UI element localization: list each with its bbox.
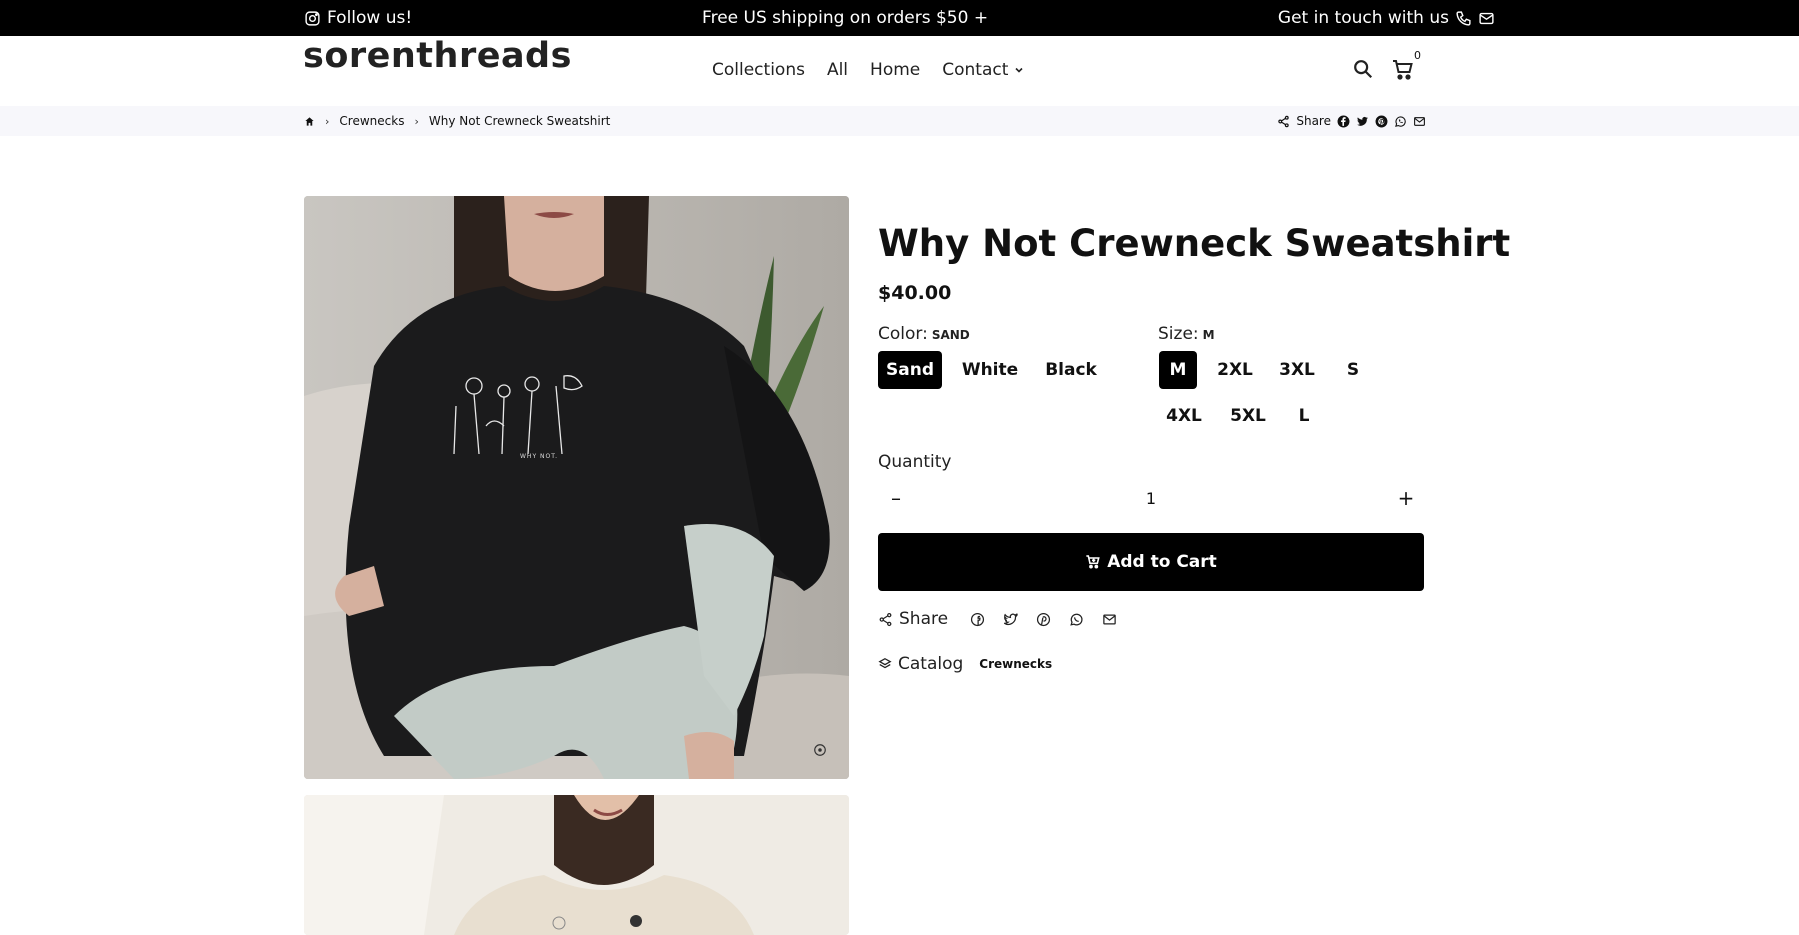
product-image-secondary[interactable] xyxy=(304,795,849,935)
size-selected-value: M xyxy=(1202,328,1215,342)
product-photo-black-sweatshirt: WHY NOT. xyxy=(304,196,849,779)
breadcrumb-share: Share xyxy=(1277,106,1426,136)
pinterest-icon[interactable] xyxy=(1036,612,1051,627)
color-option-sand[interactable]: Sand xyxy=(878,351,942,389)
follow-us-link[interactable]: Follow us! xyxy=(304,8,412,28)
nav-item-home[interactable]: Home xyxy=(870,60,920,80)
breadcrumb-crewnecks[interactable]: Crewnecks xyxy=(339,114,404,128)
product-price: $40.00 xyxy=(878,282,952,304)
quantity-input[interactable]: 1 xyxy=(1146,489,1156,508)
cart-count-badge: 0 xyxy=(1414,49,1421,62)
product-image-main[interactable]: WHY NOT. xyxy=(304,196,849,779)
site-logo[interactable]: sorenthreads xyxy=(303,36,572,76)
share-label: Share xyxy=(899,609,949,629)
email-icon[interactable] xyxy=(1102,612,1117,627)
size-option-2xl[interactable]: 2XL xyxy=(1210,351,1260,389)
catalog-label: Catalog xyxy=(898,654,964,674)
phone-icon[interactable] xyxy=(1455,10,1472,27)
nav-item-contact[interactable]: Contact xyxy=(942,60,1024,80)
share-icon xyxy=(879,612,892,626)
facebook-icon[interactable] xyxy=(970,612,985,627)
chevron-right-icon: › xyxy=(325,114,330,128)
cart-plus-icon xyxy=(1086,555,1100,569)
share-icon xyxy=(1278,115,1290,127)
chevron-down-icon xyxy=(1015,67,1023,73)
contact-text: Get in touch with us xyxy=(1277,8,1449,28)
chevron-right-icon: › xyxy=(414,114,419,128)
color-option-label: Color: SAND xyxy=(878,324,970,344)
breadcrumb: › Crewnecks › Why Not Crewneck Sweatshir… xyxy=(304,106,610,136)
announcement-bar: Follow us! Free US shipping on orders $5… xyxy=(0,0,1799,36)
product-photo-sand-sweatshirt xyxy=(304,795,849,935)
size-option-label: Size: M xyxy=(1158,324,1215,344)
layers-icon xyxy=(878,658,892,669)
add-to-cart-button[interactable]: Add to Cart xyxy=(878,533,1424,591)
cart-icon[interactable] xyxy=(1391,58,1415,82)
shipping-message: Free US shipping on orders $50 + xyxy=(702,8,989,28)
nav-item-all[interactable]: All xyxy=(827,60,848,80)
main-nav: Collections All Home Contact xyxy=(712,60,1024,80)
email-icon[interactable] xyxy=(1413,115,1426,128)
size-label-text: Size: xyxy=(1158,324,1199,344)
follow-us-text: Follow us! xyxy=(327,8,413,28)
pinterest-icon[interactable] xyxy=(1375,115,1388,128)
size-option-3xl[interactable]: 3XL xyxy=(1272,351,1322,389)
instagram-icon xyxy=(305,10,320,26)
breadcrumb-current: Why Not Crewneck Sweatshirt xyxy=(428,114,611,128)
quantity-decrease-button[interactable]: – xyxy=(878,482,914,514)
product-share: Share xyxy=(878,609,1117,629)
nav-item-contact-label: Contact xyxy=(942,60,1009,80)
color-option-black[interactable]: Black xyxy=(1038,351,1104,389)
add-to-cart-label: Add to Cart xyxy=(1107,552,1217,572)
color-label-text: Color: xyxy=(878,324,928,344)
twitter-icon[interactable] xyxy=(1356,115,1369,128)
breadcrumb-bar: › Crewnecks › Why Not Crewneck Sweatshir… xyxy=(0,106,1799,136)
size-option-4xl[interactable]: 4XL xyxy=(1159,397,1209,435)
twitter-icon[interactable] xyxy=(1003,612,1019,627)
size-option-5xl[interactable]: 5XL xyxy=(1223,397,1273,435)
product-title: Why Not Crewneck Sweatshirt xyxy=(878,222,1511,265)
size-option-s[interactable]: S xyxy=(1334,351,1372,389)
whatsapp-icon[interactable] xyxy=(1069,612,1084,627)
svg-text:WHY NOT.: WHY NOT. xyxy=(520,453,558,460)
breadcrumb-share-label: Share xyxy=(1296,114,1331,128)
quantity-increase-button[interactable]: + xyxy=(1388,482,1424,514)
search-icon[interactable] xyxy=(1352,58,1374,80)
zoom-icon[interactable] xyxy=(813,743,827,757)
site-header: sorenthreads Collections All Home Contac… xyxy=(0,36,1799,106)
quantity-stepper: – 1 + xyxy=(878,482,1424,514)
size-option-l[interactable]: L xyxy=(1285,397,1323,435)
quantity-label: Quantity xyxy=(878,452,952,472)
color-option-white[interactable]: White xyxy=(957,351,1023,389)
color-selected-value: SAND xyxy=(931,328,970,342)
size-option-m[interactable]: M xyxy=(1159,351,1197,389)
whatsapp-icon[interactable] xyxy=(1394,115,1407,128)
product-catalog: Catalog Crewnecks xyxy=(878,654,1052,674)
catalog-tag-crewnecks[interactable]: Crewnecks xyxy=(979,657,1052,671)
home-icon[interactable] xyxy=(304,116,315,127)
facebook-icon[interactable] xyxy=(1337,115,1350,128)
mail-icon[interactable] xyxy=(1478,10,1495,27)
nav-item-collections[interactable]: Collections xyxy=(712,60,805,80)
